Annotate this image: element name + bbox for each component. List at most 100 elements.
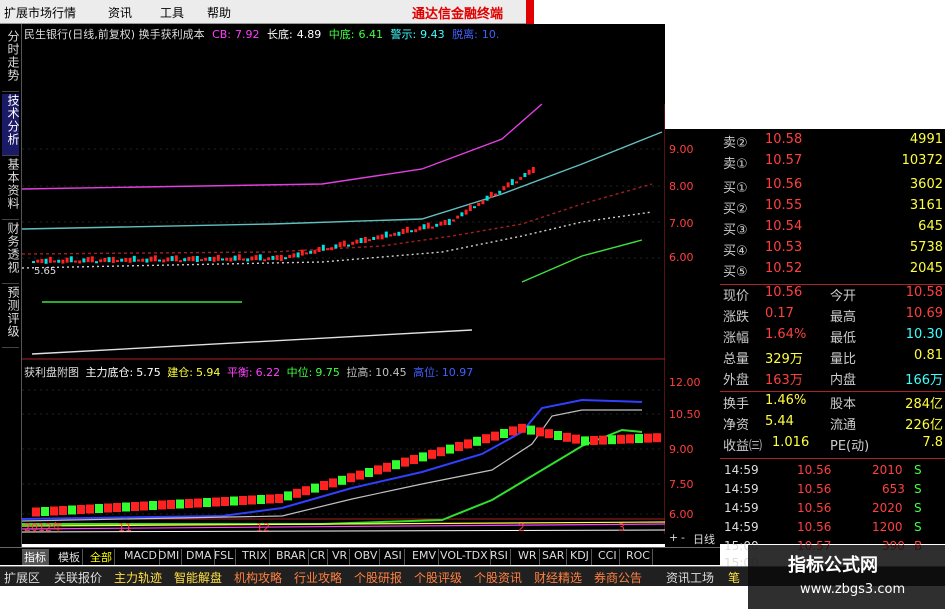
- candle: [502, 186, 506, 191]
- time-tick: 2: [518, 521, 525, 534]
- tab-sar[interactable]: SAR: [540, 549, 568, 565]
- tab-obv[interactable]: OBV: [352, 549, 381, 565]
- tab-intraday[interactable]: 分时走势: [2, 30, 20, 92]
- profit-block: [347, 473, 355, 483]
- tab-dmi[interactable]: DMI: [156, 549, 183, 565]
- candle: [426, 222, 430, 229]
- nav-related-quotes[interactable]: 关联报价: [54, 569, 102, 586]
- tab-trix[interactable]: TRIX: [240, 549, 271, 565]
- candle: [431, 226, 434, 229]
- candle: [40, 258, 44, 263]
- nav-research[interactable]: 个股研报: [354, 569, 402, 586]
- order-price: 10.53: [765, 240, 803, 255]
- profit-block: [635, 434, 643, 443]
- nav-notes[interactable]: 笔: [728, 569, 740, 586]
- stat-value: 10.58: [905, 285, 943, 300]
- tab-basic-info[interactable]: 基本资料: [2, 158, 20, 220]
- zoom-out-button[interactable]: -: [681, 531, 685, 544]
- candle: [284, 257, 287, 260]
- tab-kdj[interactable]: KDJ: [568, 549, 592, 565]
- stat-label: 涨跌: [723, 310, 750, 325]
- trade-time: 14:59: [724, 520, 759, 534]
- tab-rsi[interactable]: RSI: [488, 549, 511, 565]
- low-price-marker: 5.65: [34, 266, 56, 277]
- app-brand: 通达信金融终端: [412, 7, 504, 22]
- menu-tools[interactable]: 工具: [160, 4, 184, 21]
- profit-block: [122, 502, 130, 512]
- nav-finance-picks[interactable]: 财经精选: [534, 569, 582, 586]
- tab-wr[interactable]: WR: [516, 549, 540, 565]
- menu-news[interactable]: 资讯: [108, 4, 132, 21]
- profit-block: [644, 433, 652, 443]
- tab-fsl[interactable]: FSL: [212, 549, 237, 565]
- order-side: 卖①: [723, 157, 748, 172]
- legend-base-value: 5.75: [136, 366, 161, 379]
- zoom-in-button[interactable]: +: [669, 531, 678, 544]
- order-book-row: 卖② 10.58 4991: [720, 132, 945, 152]
- tab-vr[interactable]: VR: [330, 549, 351, 565]
- profit-block: [77, 505, 85, 514]
- profit-block: [185, 499, 193, 508]
- profit-block: [131, 502, 139, 511]
- tab-asi[interactable]: ASI: [382, 549, 405, 565]
- candle: [347, 244, 350, 247]
- tab-financial[interactable]: 财务透视: [2, 222, 20, 284]
- tab-cr[interactable]: CR: [308, 549, 329, 565]
- candle: [233, 255, 237, 261]
- nav-institution[interactable]: 机构攻略: [234, 569, 282, 586]
- candle: [149, 256, 153, 262]
- profit-block: [230, 496, 238, 506]
- period-label[interactable]: 日线: [693, 531, 715, 547]
- nav-smart-analysis[interactable]: 智能解盘: [174, 569, 222, 586]
- candle: [393, 232, 397, 236]
- order-side: 买⑤: [723, 265, 748, 280]
- candle: [494, 193, 497, 196]
- tab-brar[interactable]: BRAR: [274, 549, 309, 565]
- legend-pullup-value: 10.45: [375, 366, 407, 379]
- legend-cb-label: CB:: [212, 28, 232, 41]
- fund-value: 1.016: [772, 435, 810, 450]
- nav-main-force[interactable]: 主力轨迹: [114, 569, 162, 586]
- nav-stock-news[interactable]: 个股资讯: [474, 569, 522, 586]
- profit-block: [491, 431, 499, 441]
- profit-block: [365, 468, 373, 477]
- brand-badge: [526, 0, 534, 24]
- nav-industry[interactable]: 行业攻略: [294, 569, 342, 586]
- tab-all[interactable]: 全部: [88, 549, 115, 565]
- profit-block: [473, 436, 481, 446]
- nav-extension[interactable]: 扩展区: [4, 569, 40, 586]
- tab-cci[interactable]: CCI: [596, 549, 620, 565]
- nav-broker-notice[interactable]: 券商公告: [594, 569, 642, 586]
- candle: [326, 248, 329, 251]
- tab-emv[interactable]: EMV: [410, 549, 439, 565]
- order-volume: 10372: [901, 153, 943, 168]
- candle: [44, 258, 48, 264]
- tab-vol-tdx[interactable]: VOL-TDX: [438, 549, 491, 565]
- tab-macd[interactable]: MACD: [122, 549, 160, 565]
- tab-forecast[interactable]: 预测评级: [2, 286, 20, 348]
- candle: [246, 258, 250, 262]
- profit-block: [383, 462, 391, 472]
- stat-label: 外盘: [723, 373, 750, 388]
- candle: [99, 259, 103, 263]
- tab-technical[interactable]: 技术分析: [2, 94, 20, 156]
- tab-template[interactable]: 模板: [56, 549, 83, 565]
- profit-block: [437, 447, 445, 457]
- tab-dma[interactable]: DMA: [184, 549, 215, 565]
- price-tick: 10.50: [669, 408, 701, 421]
- legend-high-value: 10.97: [441, 366, 474, 379]
- menu-extended-market[interactable]: 扩展市场行情: [4, 4, 76, 21]
- menu-help[interactable]: 帮助: [207, 4, 231, 21]
- order-price: 10.56: [765, 177, 803, 192]
- trade-volume: 2010: [872, 463, 903, 477]
- price-tick: 7.50: [669, 478, 694, 491]
- nav-info-factory[interactable]: 资讯工场: [666, 569, 714, 586]
- kline-chart[interactable]: 2012年 11 12 2 3 5.65: [22, 24, 665, 534]
- tab-indicator[interactable]: 指标: [22, 549, 49, 565]
- price-tick: 12.00: [669, 376, 701, 389]
- candle: [250, 256, 254, 261]
- profit-block: [527, 425, 535, 435]
- tab-roc[interactable]: ROC: [624, 549, 653, 565]
- legend-warning-value: 9.43: [420, 28, 445, 41]
- nav-rating[interactable]: 个股评级: [414, 569, 462, 586]
